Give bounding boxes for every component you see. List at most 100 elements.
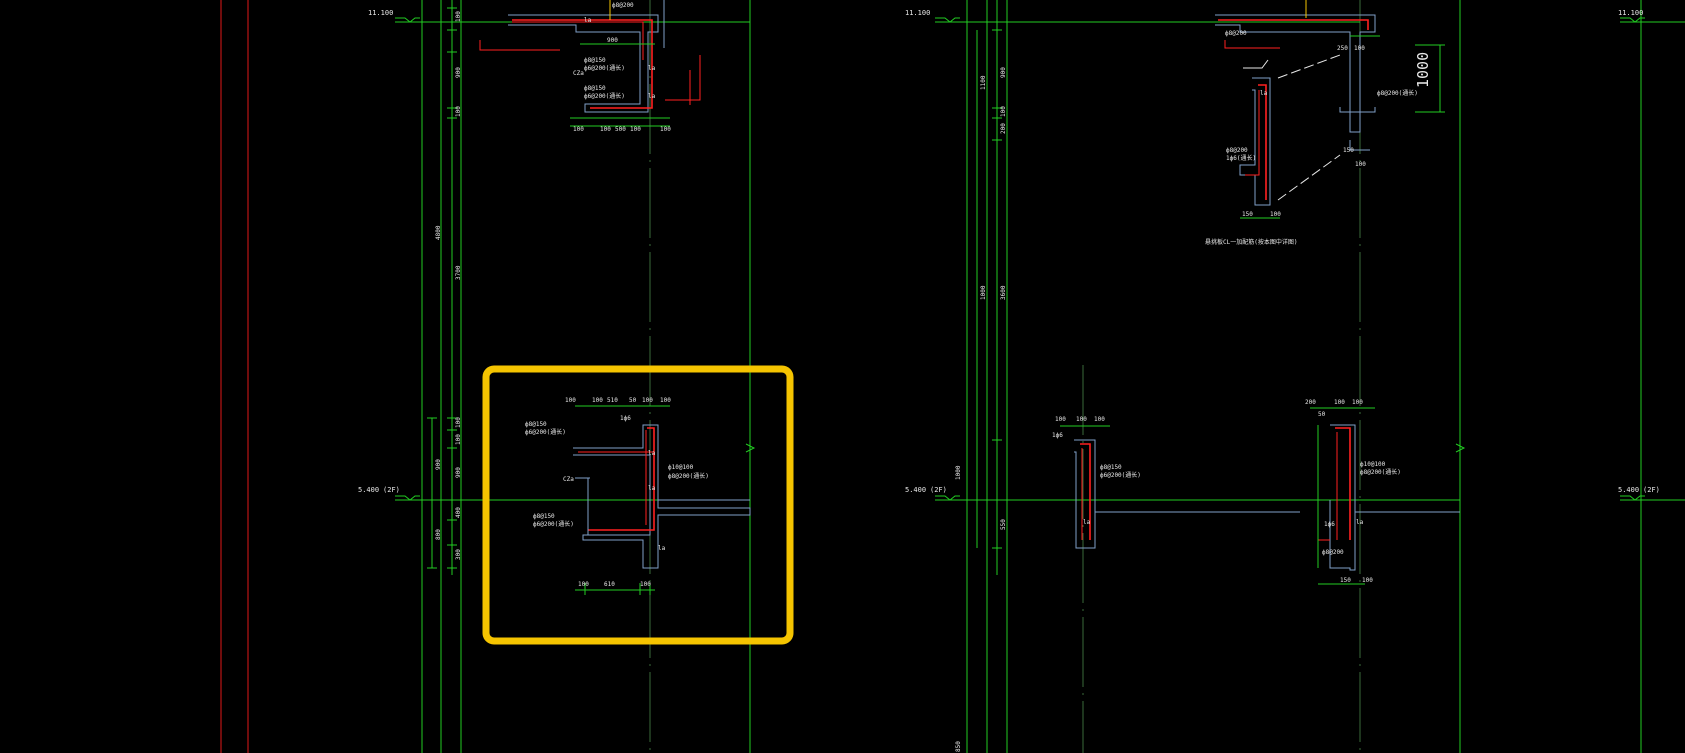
detail-a-rebar-3: ф10@100 (668, 464, 694, 471)
detail-a-dim-top-5: 100 (642, 397, 653, 404)
top-dim-3: 500 (615, 126, 626, 133)
top-dim-5: 100 (660, 126, 671, 133)
detail-d-dim-bot-2: 100 (1362, 577, 1373, 584)
level-mid-left: 5.400 (358, 486, 379, 494)
top-rebar-t4: ф6@200(通长) (584, 92, 625, 100)
dim-c1-f: 100 (455, 417, 462, 428)
level-markers (395, 17, 1645, 501)
detail-a-dim-bot-1: 100 (578, 581, 589, 588)
level-mid-right: 5.400 (1618, 486, 1639, 494)
detail-a-la-2: la (648, 485, 656, 492)
dim-c2-e: 3600 (1000, 285, 1007, 300)
top-rebar-t3: ф8@150 (584, 85, 606, 92)
top-dim-2: 100 (600, 126, 611, 133)
detail-d-dim-3: 100 (1352, 399, 1363, 406)
top-dim-1: 100 (573, 126, 584, 133)
detail-d-rebar-2: ф8@200(通长) (1360, 468, 1401, 476)
detail-c-structure (1060, 425, 1300, 549)
detail-d-rebar-1: ф10@100 (1360, 461, 1386, 468)
dim-c2-d: 200 (1000, 123, 1007, 134)
detail-d-sub: 50 (1318, 411, 1326, 418)
level-mid-mid-floor: (2F) (930, 486, 947, 494)
detail-c-dim-1: 100 (1055, 416, 1066, 423)
detail-top-mid (1215, 0, 1445, 133)
detail-a-dim-bot-2: 610 (604, 581, 615, 588)
top-rebar-t2: ф6@200(通长) (584, 64, 625, 72)
detail-a-dim-top-3: 510 (607, 397, 618, 404)
dim-c1-c: 100 (455, 106, 462, 117)
ur-dim-100b: 100 (1355, 161, 1366, 168)
detail-c-la: la (1083, 519, 1091, 526)
detail-c-ls: 1ф6 (1052, 432, 1063, 439)
top-detail-width: 900 (607, 37, 618, 44)
ur-dim-150: 150 (1242, 211, 1253, 218)
detail-a-dim-top-2: 100 (592, 397, 603, 404)
detail-a-rebar-6: ф6@200(通长) (533, 520, 574, 528)
dim-c1-i: 400 (455, 507, 462, 518)
break-marks (745, 443, 1466, 453)
dim-c1-a: 100 (455, 11, 462, 22)
level-mid-mid: 5.400 (905, 486, 926, 494)
level-top-left: 11.100 (368, 9, 393, 17)
dim-c2-i: 850 (955, 741, 962, 752)
note-right: ф8@200(通长) (1377, 89, 1418, 97)
top-mid-dim-250: 250 (1337, 45, 1348, 52)
top-la-3: la (648, 65, 656, 72)
detail-d-la: la (1356, 519, 1364, 526)
ur-dim-150b: 150 (1343, 147, 1354, 154)
dim-c1-l: 900 (435, 459, 442, 470)
detail-a-la-3: la (658, 545, 666, 552)
dim-c1-k: 300 (455, 549, 462, 560)
detail-c-dim-2: 100 (1076, 416, 1087, 423)
detail-a-dim-top-4: 50 (629, 397, 637, 404)
level-top-right: 11.100 (1618, 9, 1643, 17)
detail-d-rebar-3: ф8@200 (1322, 549, 1344, 556)
detail-a-ls: 1ф6 (620, 415, 631, 422)
top-dim-4: 100 (630, 126, 641, 133)
detail-a-la-1: la (648, 450, 656, 457)
dim-c2-h: 550 (1000, 519, 1007, 530)
top-detail-cz: CZa (573, 70, 584, 77)
ur-caption: 悬挑板CL一加配筋(按本图中详图) (1205, 238, 1297, 246)
detail-d-dim-1: 200 (1305, 399, 1316, 406)
level-mid-left-floor: (2F) (383, 486, 400, 494)
top-la-2: la (648, 93, 656, 100)
ur-la: la (1260, 90, 1268, 97)
dimension-chain-col1 (427, 0, 457, 575)
ur-rebar-u2: 1ф6(通长) (1226, 154, 1256, 162)
detail-c-rebar-2: ф6@200(通长) (1100, 471, 1141, 479)
highlight-box[interactable] (482, 365, 794, 645)
detail-d-dim-2: 100 (1334, 399, 1345, 406)
dim-c2-c: 100 (1000, 106, 1007, 117)
detail-d-structure (1310, 407, 1460, 585)
dim-c2-b: 900 (1000, 67, 1007, 78)
dim-c1-g: 900 (455, 467, 462, 478)
dim-c1-h: 100 (455, 434, 462, 445)
dim-c1-e: 3700 (455, 265, 462, 280)
dim-c2-g: 1000 (955, 465, 962, 480)
detail-c-rebar-1: ф8@150 (1100, 464, 1122, 471)
detail-a-rebar-4: ф8@200(通长) (668, 472, 709, 480)
detail-d-dim-bot-1: 150 (1340, 577, 1351, 584)
level-top-mid: 11.100 (905, 9, 930, 17)
top-la-1: la (584, 17, 592, 24)
dim-c2-a: 1100 (980, 75, 987, 90)
detail-a-cz: CZa (563, 476, 574, 483)
detail-a-dim-top-6: 100 (660, 397, 671, 404)
dim-c1-b: 900 (455, 67, 462, 78)
detail-a-dim-top-1: 100 (565, 397, 576, 404)
dim-c1-d: 4800 (435, 225, 442, 240)
detail-a-rebar-5: ф8@150 (533, 513, 555, 520)
top-mid-rebar-t6: ф8@200 (1225, 30, 1247, 37)
level-mid-right-floor: (2F) (1643, 486, 1660, 494)
big-dim-1000: 1000 (1414, 52, 1432, 88)
top-rebar-t5: ф8@200 (612, 2, 634, 9)
cad-drawing-canvas[interactable]: 11.100 11.100 11.100 5.400 (2F) 5.400 (2… (0, 0, 1685, 753)
ur-dim-100: 100 (1270, 211, 1281, 218)
detail-a-rebar-2: ф6@200(通长) (525, 428, 566, 436)
top-rebar-t1: ф8@150 (584, 57, 606, 64)
dim-c2-f: 1000 (980, 285, 987, 300)
detail-d-ls: 1ф6 (1324, 521, 1335, 528)
detail-a-dim-bot-3: 100 (640, 581, 651, 588)
dim-c1-j: 800 (435, 529, 442, 540)
